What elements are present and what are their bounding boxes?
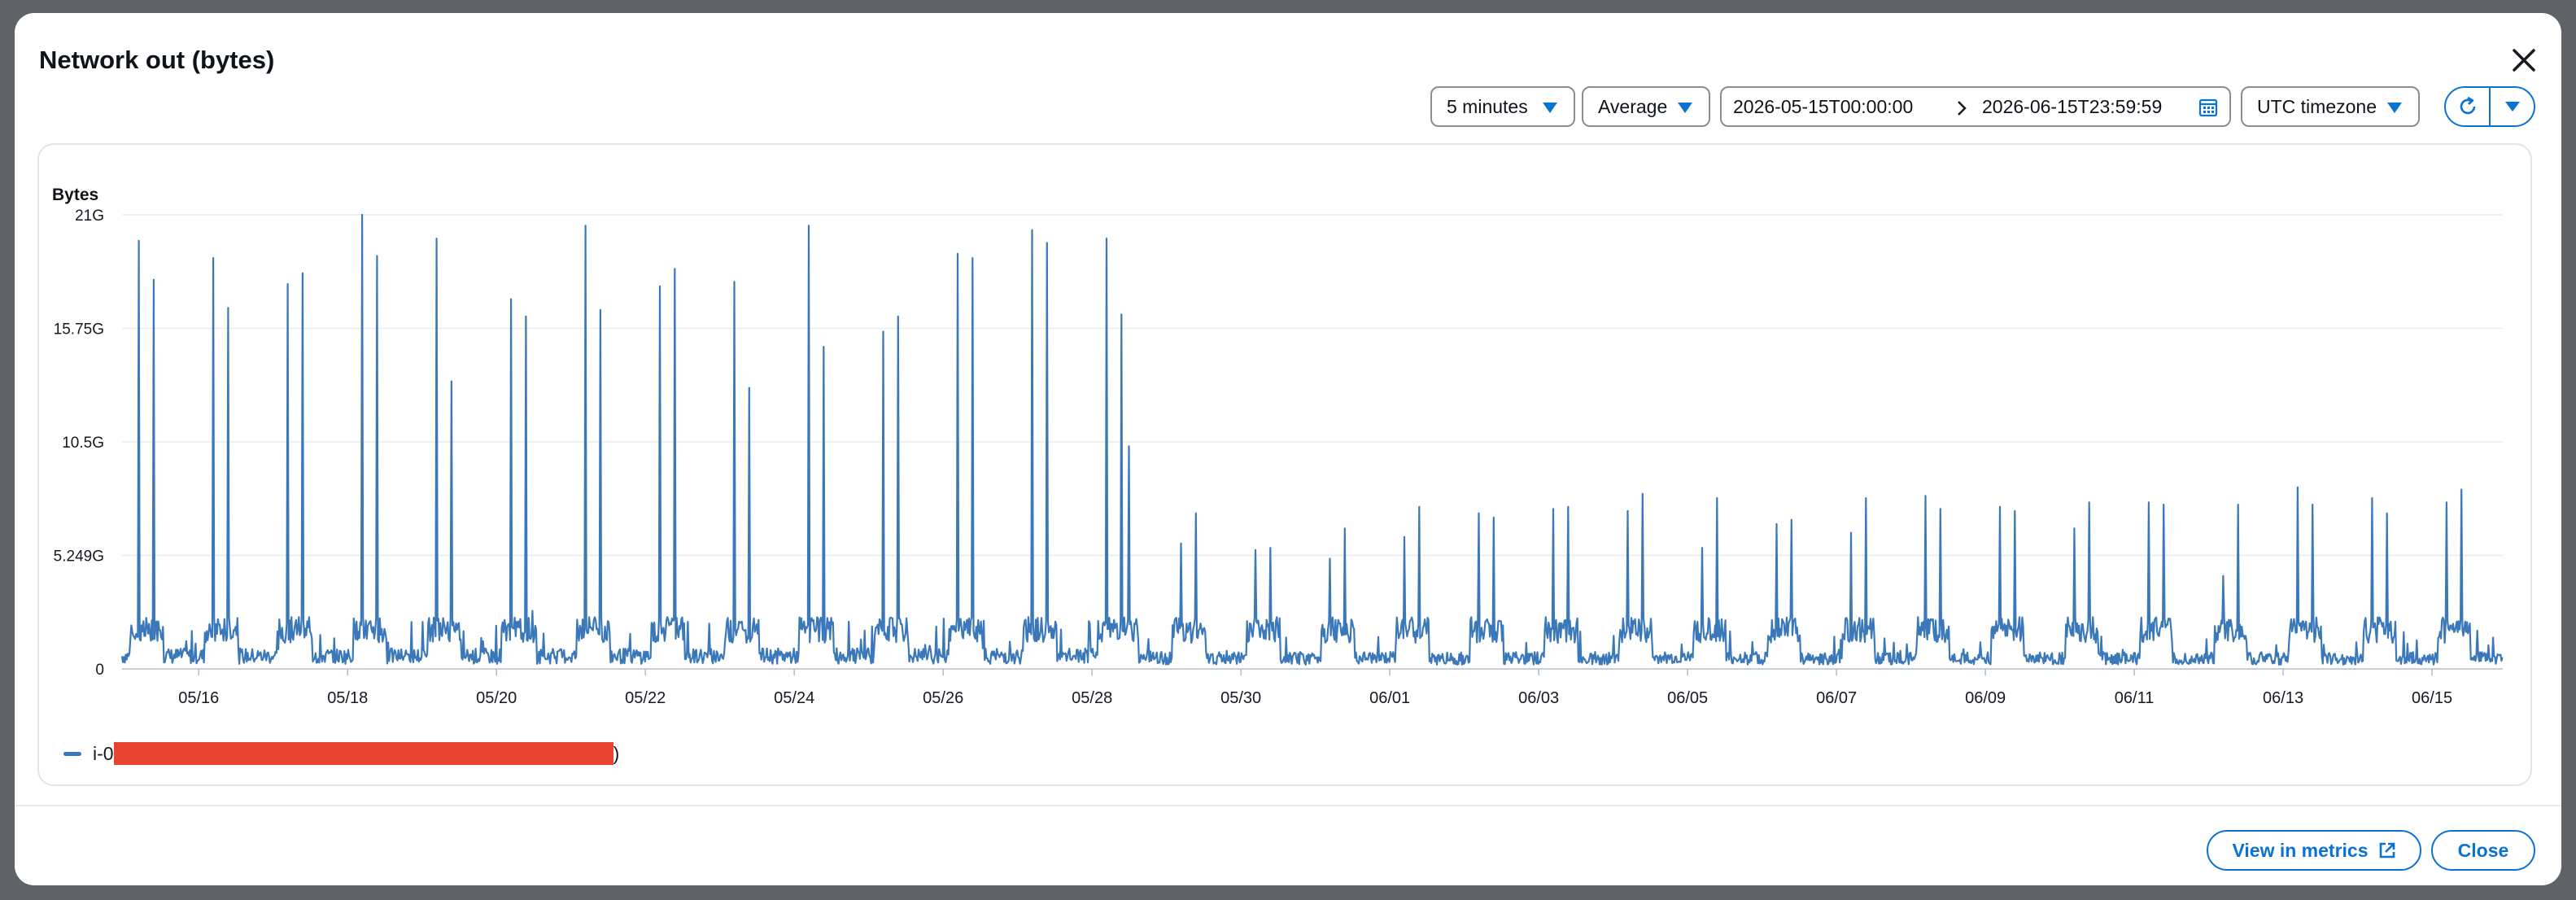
timezone-select-value: UTC timezone	[2257, 95, 2377, 117]
y-tick-label: 5.249G	[54, 548, 104, 566]
legend-label: i-0	[93, 742, 114, 764]
chevron-right-icon	[1958, 101, 1967, 116]
x-tick-label: 05/20	[476, 689, 517, 707]
y-tick-label: 0	[95, 662, 104, 679]
x-tick-label: 06/01	[1369, 689, 1410, 707]
x-tick-label: 05/22	[625, 689, 666, 707]
network-out-chart: Bytes 0 5.249G 10.5G 15.75G 21G 05/16 05/18 05…	[52, 186, 2504, 707]
x-tick-label: 05/30	[1220, 689, 1261, 707]
x-tick-label: 06/07	[1816, 689, 1857, 707]
period-select[interactable]: 5 minutes	[1430, 86, 1575, 127]
x-tick-label: 06/03	[1518, 689, 1559, 707]
statistic-select[interactable]: Average	[1582, 86, 1710, 127]
view-in-metrics-button[interactable]: View in metrics	[2207, 830, 2421, 871]
series-line	[120, 213, 2504, 666]
x-tick-label: 06/11	[2115, 689, 2155, 707]
x-tick-label: 05/28	[1072, 689, 1112, 707]
chevron-down-icon	[2387, 103, 2402, 113]
refresh-icon	[2460, 96, 2475, 115]
y-tick-label: 21G	[75, 208, 104, 225]
redaction-block	[113, 742, 613, 765]
timezone-select[interactable]: UTC timezone	[2241, 86, 2420, 127]
x-tick-label: 06/13	[2263, 689, 2303, 707]
chevron-down-icon	[1543, 103, 1557, 113]
x-tick-label: 05/26	[923, 689, 963, 707]
x-tick-label: 06/05	[1667, 689, 1708, 707]
statistic-select-value: Average	[1598, 95, 1668, 117]
refresh-button[interactable]	[2446, 88, 2489, 125]
x-tick-label: 06/15	[2412, 689, 2452, 707]
legend-swatch	[63, 751, 81, 756]
x-tick-label: 05/16	[178, 689, 219, 707]
legend-item[interactable]: i-0 )	[63, 742, 619, 765]
calendar-icon	[2198, 98, 2218, 117]
chevron-down-icon	[1678, 103, 1692, 113]
y-tick-label: 15.75G	[54, 321, 104, 339]
chart-container: Bytes 0 5.249G 10.5G 15.75G 21G 05/16 05/18 05…	[37, 143, 2532, 786]
close-icon[interactable]	[2506, 42, 2542, 78]
caret-down-icon	[2504, 102, 2520, 111]
legend-label-suffix: )	[613, 742, 620, 764]
widget-dialog: Network out (bytes) 5 minutes Average 20…	[15, 13, 2561, 885]
date-range-picker[interactable]: 2026-05-15T00:00:00 2026-06-15T23:59:59	[1720, 86, 2231, 127]
refresh-options-button[interactable]	[2491, 88, 2534, 125]
close-button-label: Close	[2457, 839, 2509, 861]
y-tick-label: 10.5G	[62, 435, 104, 452]
footer-divider	[15, 805, 2561, 806]
view-in-metrics-label: View in metrics	[2232, 839, 2369, 861]
y-axis-label: Bytes	[52, 186, 98, 204]
x-tick-label: 05/24	[774, 689, 814, 707]
range-end: 2026-06-15T23:59:59	[1982, 95, 2163, 117]
external-link-icon	[2379, 842, 2395, 858]
period-select-value: 5 minutes	[1447, 95, 1528, 117]
refresh-button-group	[2444, 86, 2535, 127]
close-button[interactable]: Close	[2431, 830, 2535, 871]
x-tick-label: 05/18	[327, 689, 368, 707]
range-start: 2026-05-15T00:00:00	[1733, 95, 1914, 117]
dialog-title: Network out (bytes)	[39, 46, 275, 74]
x-tick-label: 06/09	[1965, 689, 2006, 707]
